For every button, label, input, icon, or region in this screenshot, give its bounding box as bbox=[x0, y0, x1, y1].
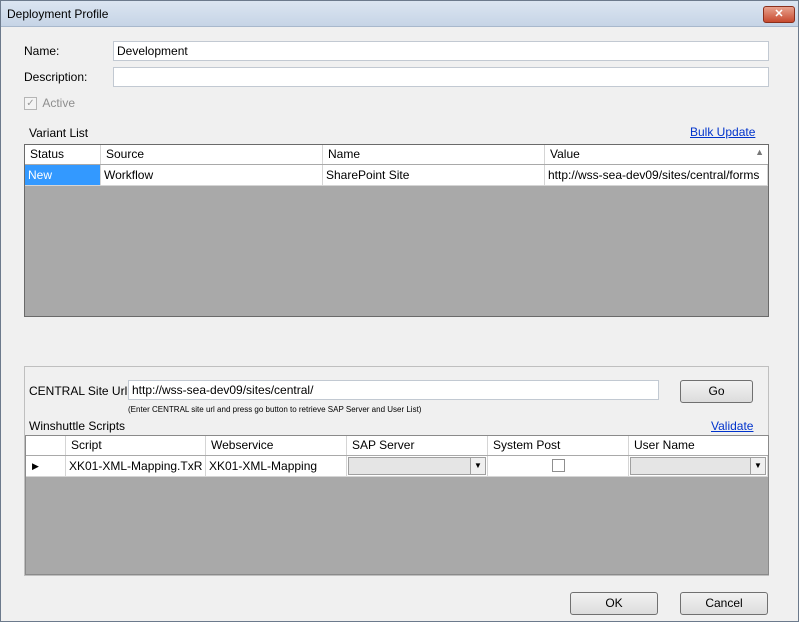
description-field[interactable] bbox=[113, 67, 769, 87]
system-post-cell[interactable] bbox=[488, 456, 629, 477]
winshuttle-scripts-label: Winshuttle Scripts bbox=[29, 419, 126, 433]
column-header-status[interactable]: Status bbox=[25, 145, 101, 164]
go-button[interactable]: Go bbox=[680, 380, 753, 403]
title-bar: Deployment Profile ✕ bbox=[1, 1, 798, 27]
window-title: Deployment Profile bbox=[7, 7, 109, 21]
scripts-grid: Script Webservice SAP Server System Post… bbox=[25, 435, 769, 575]
chevron-down-icon[interactable]: ▼ bbox=[750, 458, 765, 474]
webservice-cell[interactable]: XK01-XML-Mapping bbox=[206, 456, 347, 477]
active-check-icon: ✓ bbox=[24, 97, 37, 111]
column-header-user-name[interactable]: User Name bbox=[629, 436, 768, 455]
row-indicator-icon: ▶ bbox=[26, 456, 66, 477]
central-url-hint: (Enter CENTRAL site url and press go but… bbox=[128, 405, 422, 414]
cancel-button[interactable]: Cancel bbox=[680, 592, 768, 615]
column-header-webservice[interactable]: Webservice bbox=[206, 436, 347, 455]
active-checkbox[interactable]: ✓ Active bbox=[24, 96, 76, 111]
table-row[interactable]: New Workflow SharePoint Site http://wss-… bbox=[25, 165, 768, 186]
central-url-label: CENTRAL Site Url : bbox=[29, 384, 134, 398]
variant-grid-header: Status Source Name Value ▲ bbox=[25, 145, 768, 164]
central-url-field[interactable]: http://wss-sea-dev09/sites/central/ bbox=[128, 380, 659, 400]
scripts-grid-header: Script Webservice SAP Server System Post… bbox=[26, 436, 768, 455]
variant-grid: Status Source Name Value ▲ New Workflow … bbox=[24, 144, 769, 317]
column-header-source[interactable]: Source bbox=[101, 145, 323, 164]
source-cell[interactable]: Workflow bbox=[101, 165, 323, 186]
description-label: Description: bbox=[24, 70, 88, 84]
system-post-checkbox[interactable] bbox=[551, 459, 565, 473]
bulk-update-link[interactable]: Bulk Update bbox=[690, 125, 755, 139]
column-header-script[interactable]: Script bbox=[66, 436, 206, 455]
sort-ascending-icon: ▲ bbox=[755, 147, 764, 157]
deployment-profile-dialog: Deployment Profile ✕ Name: Development D… bbox=[0, 0, 799, 622]
row-header-column bbox=[26, 436, 66, 455]
status-cell[interactable]: New bbox=[25, 165, 101, 186]
column-header-system-post[interactable]: System Post bbox=[488, 436, 629, 455]
name-label: Name: bbox=[24, 44, 60, 58]
sap-server-dropdown[interactable]: ▼ bbox=[348, 457, 486, 475]
column-header-sap-server[interactable]: SAP Server bbox=[347, 436, 488, 455]
ok-button[interactable]: OK bbox=[570, 592, 658, 615]
user-name-dropdown[interactable]: ▼ bbox=[630, 457, 766, 475]
close-button[interactable]: ✕ bbox=[763, 6, 795, 23]
variant-list-label: Variant List bbox=[29, 126, 89, 140]
column-header-value[interactable]: Value bbox=[545, 145, 768, 164]
column-header-name[interactable]: Name bbox=[323, 145, 545, 164]
chevron-down-icon[interactable]: ▼ bbox=[470, 458, 485, 474]
close-icon: ✕ bbox=[774, 8, 784, 20]
user-name-cell[interactable]: ▼ bbox=[629, 456, 768, 477]
validate-link[interactable]: Validate bbox=[711, 419, 753, 433]
name-cell[interactable]: SharePoint Site bbox=[323, 165, 545, 186]
name-field[interactable]: Development bbox=[113, 41, 769, 61]
active-label: Active bbox=[42, 96, 76, 110]
script-cell[interactable]: XK01-XML-Mapping.TxR bbox=[66, 456, 206, 477]
sap-server-cell[interactable]: ▼ bbox=[347, 456, 488, 477]
value-cell[interactable]: http://wss-sea-dev09/sites/central/forms bbox=[545, 165, 768, 186]
table-row[interactable]: ▶ XK01-XML-Mapping.TxR XK01-XML-Mapping … bbox=[26, 456, 768, 477]
